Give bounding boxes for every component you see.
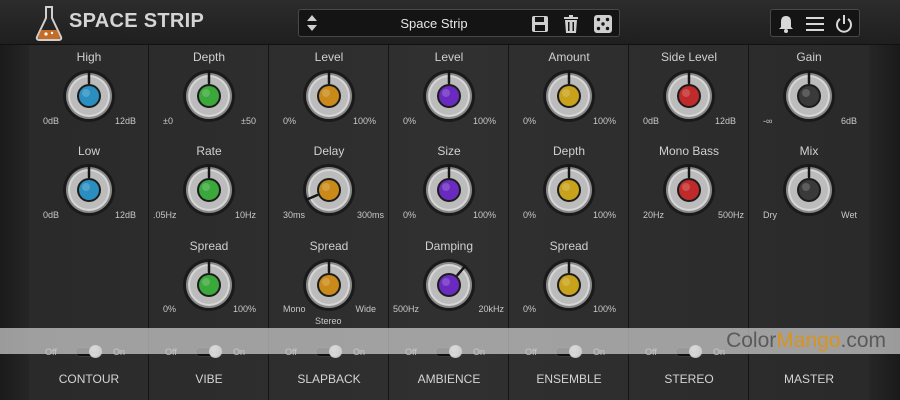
save-icon[interactable] — [530, 14, 550, 34]
stereo-section-name: STEREO — [664, 372, 714, 386]
master-gain-knob[interactable] — [782, 69, 836, 123]
contour-high-max-label: 12dB — [114, 116, 136, 126]
vibe-rate-knob[interactable] — [182, 163, 236, 217]
master-mix-max-label: Wet — [841, 210, 857, 220]
ensemble-spread-max-label: 100% — [592, 304, 616, 314]
ensemble-depth-min-label: 0% — [523, 210, 537, 220]
contour-low-knob[interactable] — [62, 163, 116, 217]
watermark-part1: Color — [726, 329, 777, 352]
stereo-side-level-max-label: 12dB — [714, 116, 736, 126]
ambience-level-min-label: 0% — [403, 116, 417, 126]
ambience-size-knob[interactable] — [422, 163, 476, 217]
ambience-size-min-label: 0% — [403, 210, 417, 220]
stereo-mono-bass-max-label: 500Hz — [717, 210, 744, 220]
preset-name[interactable]: Space Strip — [339, 16, 529, 31]
slapback-spread-center-label: Stereo — [315, 316, 342, 326]
slapback-level-min-label: 0% — [283, 116, 297, 126]
trash-icon[interactable] — [561, 14, 581, 34]
contour-high-knob[interactable] — [62, 69, 116, 123]
contour-high-min-label: 0dB — [43, 116, 60, 126]
stereo-side-level-min-label: 0dB — [643, 116, 660, 126]
stereo-mono-bass-label: Mono Bass — [658, 144, 720, 158]
watermark-part2: Mango — [776, 329, 841, 352]
slapback-spread-knob[interactable] — [302, 258, 356, 312]
master-mix-knob[interactable] — [782, 163, 836, 217]
contour-low-min-label: 0dB — [43, 210, 60, 220]
ensemble-spread-knob[interactable] — [542, 258, 596, 312]
contour-low-max-label: 12dB — [114, 210, 136, 220]
master-gain-max-label: 6dB — [840, 116, 857, 126]
vibe-section-name: VIBE — [195, 372, 223, 386]
flask-logo-icon — [35, 6, 63, 41]
ensemble-amount-max-label: 100% — [592, 116, 616, 126]
stereo-mono-bass-knob[interactable] — [662, 163, 716, 217]
ensemble-depth-label: Depth — [552, 144, 586, 158]
vibe-spread-max-label: 100% — [232, 304, 256, 314]
slapback-spread-max-label: Wide — [355, 304, 376, 314]
vibe-depth-max-label: ±50 — [241, 116, 256, 126]
app-title: SPACE STRIP — [69, 10, 205, 32]
slapback-level-max-label: 100% — [352, 116, 376, 126]
vibe-depth-knob[interactable] — [182, 69, 236, 123]
ensemble-amount-knob[interactable] — [542, 69, 596, 123]
master-gain-min-label: -∞ — [763, 116, 773, 126]
ambience-level-max-label: 100% — [472, 116, 496, 126]
ambience-size-max-label: 100% — [472, 210, 496, 220]
contour-low-label: Low — [77, 144, 100, 158]
ambience-damping-knob[interactable] — [422, 258, 476, 312]
vibe-rate-label: Rate — [196, 144, 222, 158]
ensemble-spread-label: Spread — [549, 239, 589, 253]
vibe-depth-label: Depth — [192, 50, 226, 64]
contour-section-name: CONTOUR — [58, 372, 120, 386]
slapback-spread-label: Spread — [309, 239, 349, 253]
slapback-delay-label: Delay — [313, 144, 345, 158]
vibe-spread-label: Spread — [189, 239, 229, 253]
vibe-spread-knob[interactable] — [182, 258, 236, 312]
ensemble-depth-knob[interactable] — [542, 163, 596, 217]
menu-icon[interactable] — [805, 14, 825, 34]
vibe-spread-min-label: 0% — [163, 304, 177, 314]
slapback-section-name: SLAPBACK — [297, 372, 361, 386]
vibe-rate-min-label: .05Hz — [153, 210, 177, 220]
dice-icon[interactable] — [593, 14, 613, 34]
slapback-level-knob[interactable] — [302, 69, 356, 123]
stereo-side-level-label: Side Level — [660, 50, 718, 64]
slapback-spread-min-label: Mono — [283, 304, 306, 314]
up-down-arrows-icon[interactable] — [305, 13, 319, 33]
vibe-rate-max-label: 10Hz — [234, 210, 256, 220]
master-section-name: MASTER — [783, 372, 834, 386]
contour-high-label: High — [76, 50, 102, 64]
bell-icon[interactable] — [776, 14, 796, 34]
ambience-damping-min-label: 500Hz — [393, 304, 420, 314]
preset-bar: Space Strip — [298, 9, 620, 37]
header-bar: SPACE STRIP Space Strip — [0, 0, 900, 45]
vibe-depth-min-label: ±0 — [163, 116, 173, 126]
power-icon[interactable] — [834, 14, 854, 34]
ambience-level-label: Level — [434, 50, 464, 64]
stereo-mono-bass-min-label: 20Hz — [643, 210, 665, 220]
stereo-side-level-knob[interactable] — [662, 69, 716, 123]
watermark-part3: .com — [840, 329, 886, 352]
master-mix-min-label: Dry — [763, 210, 777, 220]
master-mix-label: Mix — [799, 144, 819, 158]
ambience-damping-label: Damping — [424, 239, 474, 253]
slapback-delay-knob[interactable] — [302, 163, 356, 217]
utility-bar — [770, 9, 860, 37]
watermark-text: ColorMango.com — [726, 329, 886, 353]
ambience-size-label: Size — [437, 144, 461, 158]
ensemble-amount-label: Amount — [548, 50, 590, 64]
slapback-level-label: Level — [314, 50, 344, 64]
ensemble-amount-min-label: 0% — [523, 116, 537, 126]
ensemble-spread-min-label: 0% — [523, 304, 537, 314]
ambience-level-knob[interactable] — [422, 69, 476, 123]
slapback-delay-max-label: 300ms — [356, 210, 384, 220]
ensemble-section-name: ENSEMBLE — [536, 372, 602, 386]
ambience-section-name: AMBIENCE — [417, 372, 481, 386]
slapback-delay-min-label: 30ms — [283, 210, 306, 220]
master-gain-label: Gain — [796, 50, 822, 64]
ambience-damping-max-label: 20kHz — [478, 304, 504, 314]
ensemble-depth-max-label: 100% — [592, 210, 616, 220]
watermark-bar: ColorMango.com — [0, 328, 900, 354]
